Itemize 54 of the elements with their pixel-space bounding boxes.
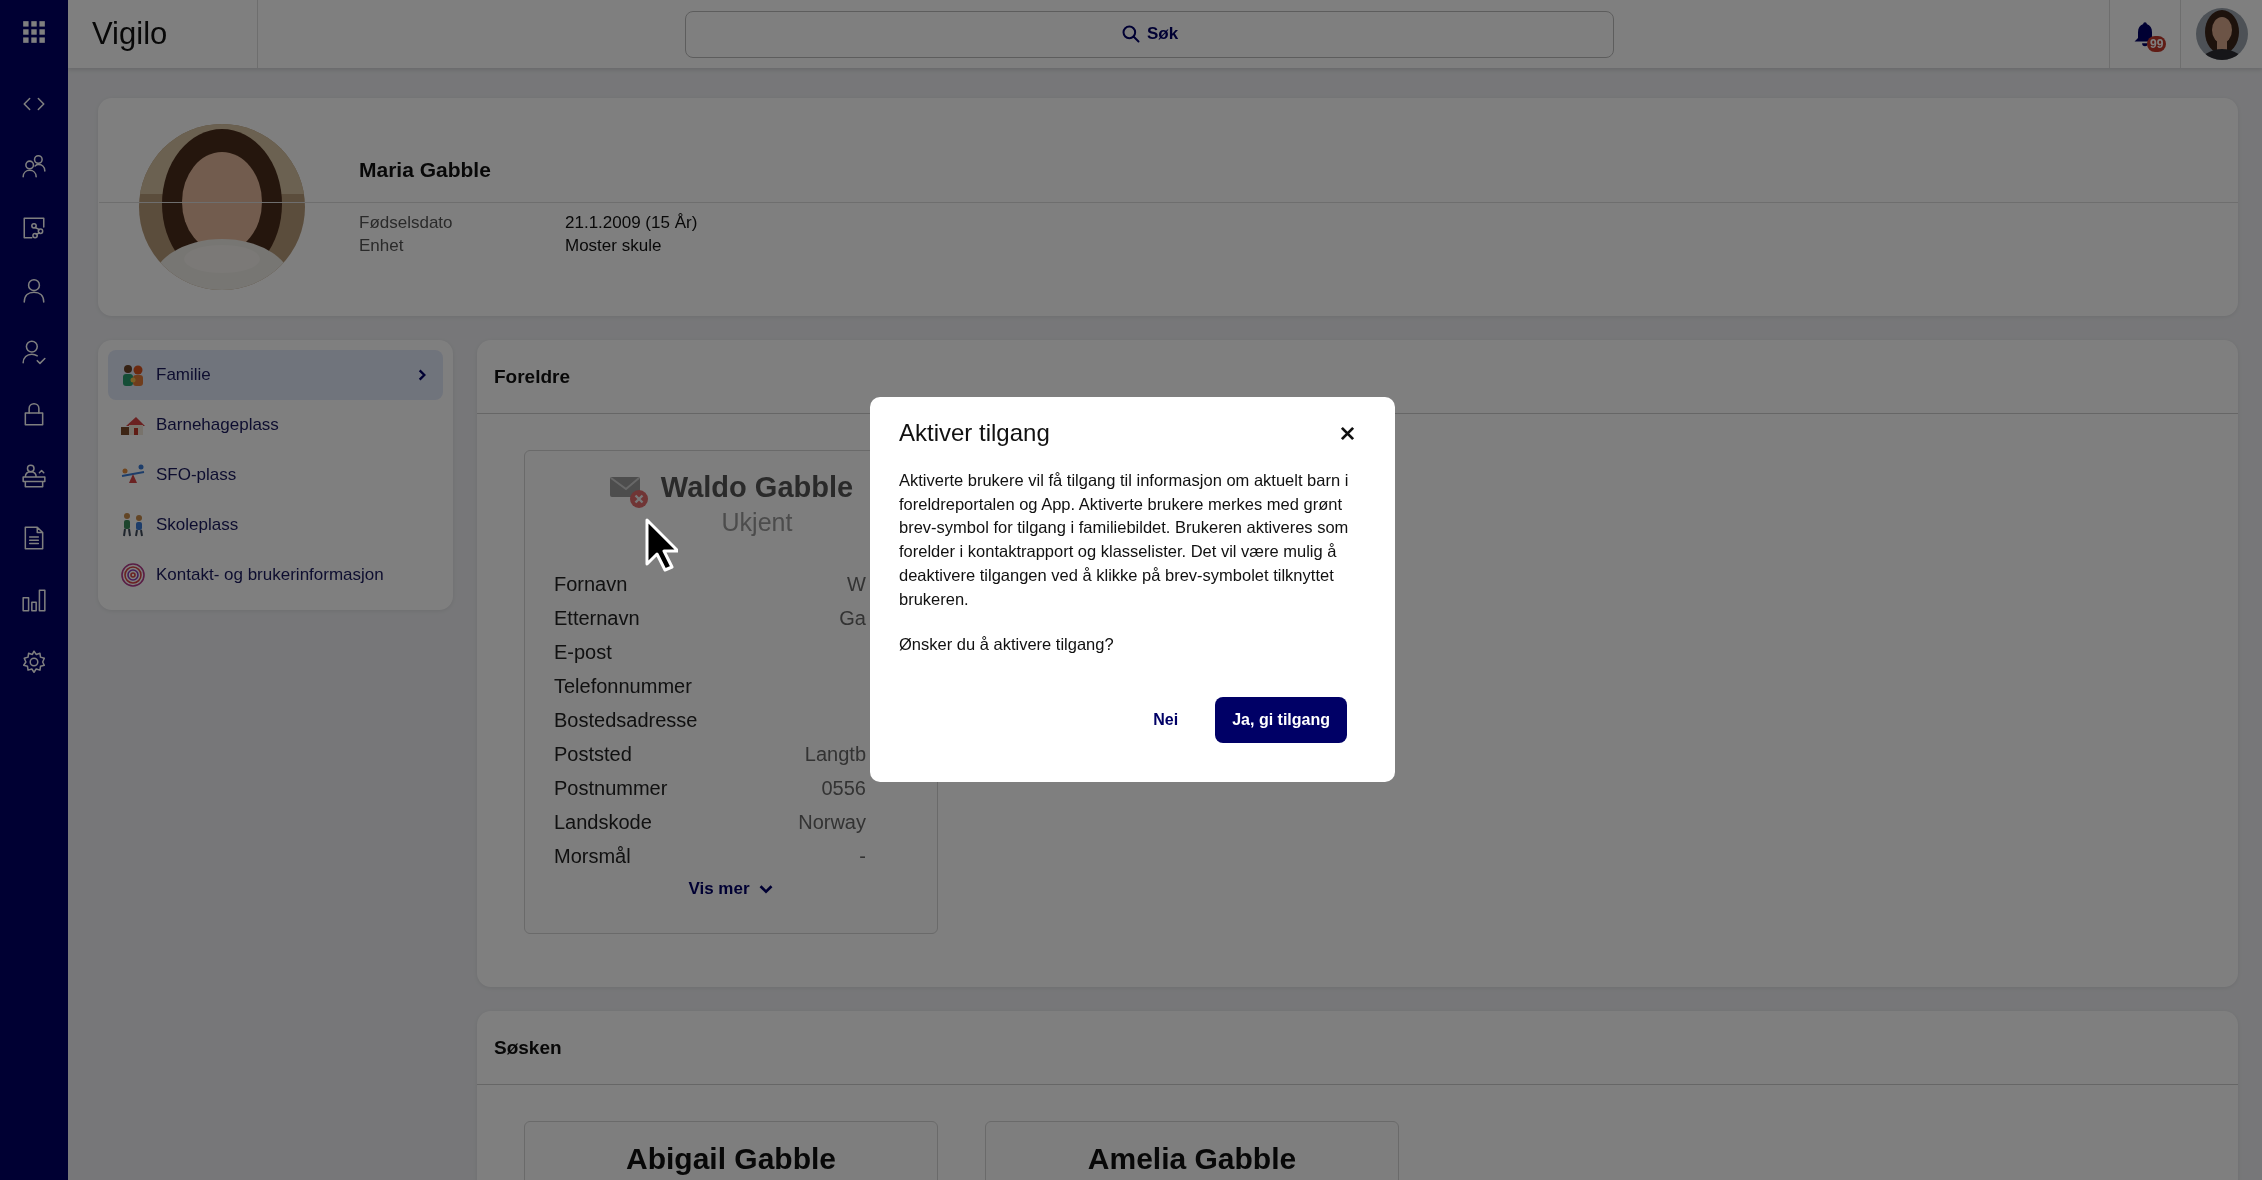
children-walking-icon [120,512,146,538]
close-icon[interactable] [1340,425,1355,441]
search-field[interactable]: Søk [685,10,1614,58]
family-icon [120,362,146,388]
confirm-button[interactable]: Ja, gi tilgang [1215,696,1347,743]
field-value: Ga [839,606,866,630]
field-label: Landskode [554,810,652,834]
people-icon[interactable] [21,153,47,179]
parent-name: Waldo Gabble [660,471,854,504]
notification-badge: 99 [2147,36,2167,52]
dialog-text: Ønsker du å aktivere tilgang? [899,634,1115,656]
settings-icon[interactable] [21,649,47,675]
field-label: Etternavn [554,606,640,630]
section-title: Foreldre [494,365,571,388]
menu-item[interactable]: Skoleplass [108,500,443,550]
person-check-icon[interactable] [21,339,47,365]
app-logo[interactable]: Vigilo [92,16,168,52]
fingerprint-icon [120,562,146,588]
field-label: Fornavn [554,572,628,596]
section-title: Søsken [494,1036,562,1059]
person-icon[interactable] [21,277,47,303]
menu-item[interactable]: Kontakt- og brukerinformasjon [108,550,443,600]
search-icon [1121,23,1141,44]
field-label: Morsmål [554,844,631,868]
sibling-name: Abigail Gabble [626,1142,836,1176]
field-value: Norway [798,810,866,834]
bar-chart-icon[interactable] [21,587,47,613]
sibling-name: Amelia Gabble [1087,1142,1297,1176]
field-label: Postnummer [554,776,668,800]
dialog-title: Aktiver tilgang [899,419,1050,447]
menu-item[interactable]: Barnehageplass [108,400,443,450]
detail-value: Moster skule [565,236,663,256]
mouse-pointer-icon [644,517,678,573]
field-value: W [847,572,866,596]
show-more-link[interactable]: Vis mer [684,877,778,901]
teacher-desk-icon[interactable] [21,463,47,489]
cancel-button[interactable]: Nei [1136,696,1196,743]
field-value: Langtb [804,742,866,766]
detail-label: Enhet [359,236,405,256]
field-label: Bostedsadresse [554,708,698,732]
menu-item[interactable]: SFO-plass [108,450,443,500]
field-label: Telefonnummer [554,674,692,698]
dialog-text: Aktiverte brukere vil få tilgang til informasjon om aktuelt barn i foreldreportalen og App. Aktiverte brukere merkes med grønt brev-symbol for tilgang i familiebildet. Brukeren aktiveres som forelder i kontaktrapport og klasselister. Det vil være mulig å deaktivere tilgangen ved å klikke på brev-symbolet tilknyttet brukeren. [899,470,1350,610]
analytics-icon[interactable] [21,215,47,241]
field-label: E-post [554,640,612,664]
menu-item[interactable]: Familie [108,350,443,400]
field-value: 0556 [821,776,866,800]
chevron-down-icon [757,883,774,895]
student-name: Maria Gabble [99,158,2238,203]
field-label: Poststed [554,742,632,766]
field-value: - [859,844,866,868]
detail-value: 21.1.2009 (15 År) [565,213,698,233]
detail-label: Fødselsdato [359,213,454,233]
apps-grid-icon[interactable] [21,19,47,45]
